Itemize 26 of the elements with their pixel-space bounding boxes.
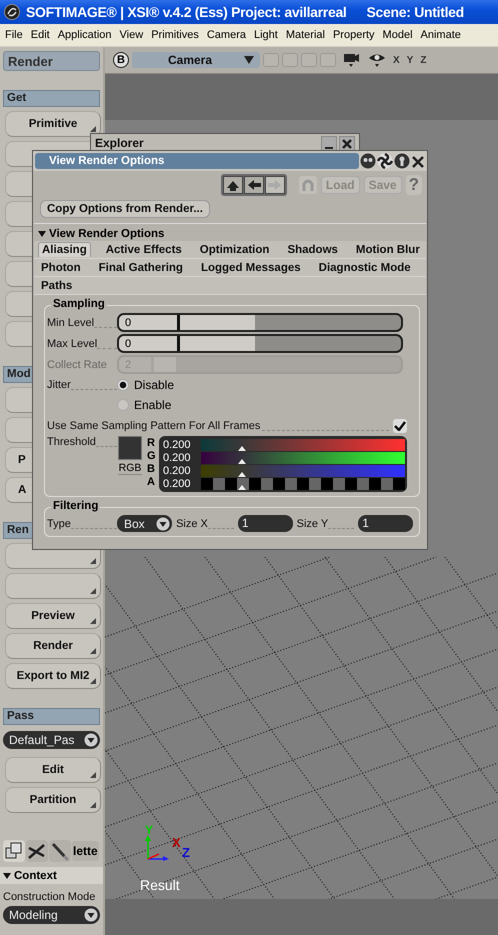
- field-label: Size X: [176, 518, 208, 530]
- window-title: SOFTIMAGE® | XSI® v.4.2 (Ess) Project: avillarreal: [26, 4, 347, 20]
- section-header: Get: [3, 90, 100, 107]
- field-label: Threshold: [47, 436, 96, 448]
- channel-label: A: [147, 476, 156, 489]
- scene-name: Scene: Untitled: [366, 4, 464, 20]
- viewport-label: Result: [140, 877, 181, 895]
- field-label: Max Level: [47, 338, 98, 350]
- field-label: Size Y: [296, 518, 328, 530]
- panel-title: Render: [3, 51, 100, 71]
- field-label: Use Same Sampling Pattern For All Frames: [47, 420, 260, 432]
- section-header: Pass: [3, 708, 100, 725]
- dialog-title: View Render Options: [35, 153, 359, 169]
- channel-label: B: [147, 463, 156, 476]
- channel-label: R: [147, 437, 156, 450]
- option-label: Disable: [134, 378, 174, 392]
- option-label: Enable: [134, 398, 172, 412]
- channel-label: G: [147, 450, 157, 463]
- window-title: Explorer: [95, 136, 145, 150]
- group-title: Filtering: [51, 500, 100, 512]
- group-title: Sampling: [51, 298, 107, 310]
- field-label: Construction Mode: [3, 891, 96, 903]
- field-label: Min Level: [47, 316, 94, 328]
- section-header: Context: [14, 870, 57, 882]
- section-header: View Render Options: [49, 228, 164, 240]
- axis-gizmo-drawing: Y X Z: [145, 823, 191, 863]
